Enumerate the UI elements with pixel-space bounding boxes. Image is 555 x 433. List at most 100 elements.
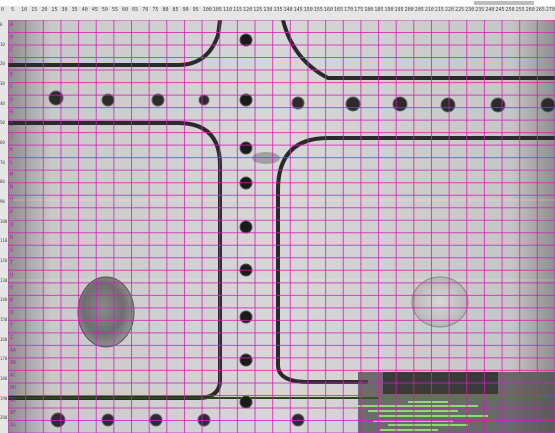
grid-row-label: Y <box>10 322 13 328</box>
top-ruler-label: 215 <box>434 7 444 13</box>
left-ruler-label: 90 <box>0 199 5 204</box>
grid-row-label: AE <box>10 397 16 403</box>
top-ruler-label: 220 <box>445 7 455 13</box>
top-ruler-label: 95 <box>192 7 199 13</box>
grid-row-label: F <box>10 85 13 91</box>
top-ruler-label: 250 <box>505 7 515 13</box>
grid-row-label: R <box>10 235 14 241</box>
top-ruler-label: 265 <box>535 7 545 13</box>
grid-row-label: I <box>10 122 13 128</box>
grid-row-label: W <box>10 297 14 303</box>
left-ruler-label: 190 <box>0 395 8 401</box>
top-ruler-label: 150 <box>303 7 313 13</box>
top-ruler-label: 225 <box>455 7 465 13</box>
top-ruler-label: 35 <box>71 7 78 13</box>
top-ruler-label: 75 <box>152 7 159 13</box>
top-ruler-label: 15 <box>31 7 38 13</box>
grid-row-label: Z <box>10 335 13 341</box>
top-ruler-label: 65 <box>132 7 139 13</box>
left-ruler-label: 40 <box>0 100 5 106</box>
grid-row-label: AF <box>10 410 16 416</box>
top-ruler-label: 125 <box>253 7 263 13</box>
top-ruler-label: 245 <box>495 7 505 13</box>
grid-row-label: Q <box>10 222 13 228</box>
top-ruler-label: 175 <box>354 7 364 13</box>
grid-row-label: V <box>10 285 13 291</box>
grid-row-label: AG <box>10 422 16 428</box>
grid-row-label: D <box>10 60 13 66</box>
top-ruler-label: 60 <box>122 7 129 13</box>
grid-row-label: AB <box>10 360 16 366</box>
top-ruler-label: 180 <box>364 7 374 13</box>
top-ruler-label: 200 <box>404 7 414 13</box>
grid-row-label: C <box>10 47 13 53</box>
top-ruler-label: 235 <box>475 7 485 13</box>
top-ruler-label: 140 <box>283 7 293 13</box>
top-ruler: 0 5 10 15 20 25 30 35 40 45 50 55 60 65 70 75 80 85 90 95 10… <box>0 6 555 21</box>
left-ruler-label: 30 <box>0 81 5 86</box>
grid-row-label: T <box>10 260 13 266</box>
top-ruler-label: 5 <box>11 7 15 13</box>
top-ruler-label: 70 <box>142 7 149 13</box>
left-ruler-label: 50 <box>0 120 5 126</box>
left-ruler-label: 150 <box>0 317 8 322</box>
top-ruler-label: 160 <box>323 7 333 13</box>
top-ruler-label: 270 <box>545 7 555 13</box>
grid-row-label: L <box>10 160 13 166</box>
top-ruler-label: 45 <box>91 7 98 13</box>
inspection-viewer: 0 5 10 15 20 25 30 35 40 45 50 55 60 65 70 75 80 85 90 95 10… <box>0 0 555 433</box>
left-ruler-label: 180 <box>0 376 8 381</box>
grid-row-label: O <box>10 197 13 203</box>
grid-row-label: J <box>10 135 13 141</box>
left-ruler-label: 110 <box>0 238 8 244</box>
top-ruler-label: 25 <box>51 7 58 13</box>
left-ruler-label: 200 <box>0 415 8 421</box>
top-ruler-label: 110 <box>223 7 233 13</box>
top-ruler-label: 30 <box>61 7 68 13</box>
top-ruler-label: 40 <box>81 7 88 13</box>
top-ruler-label: 0 <box>1 7 5 13</box>
grid-row-label: AD <box>10 385 16 391</box>
top-ruler-label: 210 <box>424 7 434 13</box>
top-ruler-label: 50 <box>101 7 108 13</box>
top-ruler-label: 185 <box>374 7 384 13</box>
grid-row-label: AC <box>10 372 16 378</box>
grid-row-label: P <box>10 210 13 216</box>
grid-row-label: S <box>10 247 13 253</box>
top-ruler-label: 230 <box>465 7 475 13</box>
top-ruler-label: 135 <box>273 7 283 13</box>
top-ruler-label: 170 <box>344 7 354 13</box>
left-ruler-label: 60 <box>0 140 5 145</box>
left-ruler-label: 100 <box>0 218 8 224</box>
top-ruler-label: 155 <box>313 7 323 13</box>
top-ruler-label: 115 <box>233 7 243 13</box>
grid-row-label: N <box>10 185 13 191</box>
grid-row-label: B <box>10 35 13 41</box>
grid-row-label: K <box>10 147 13 153</box>
top-ruler-label: 190 <box>384 7 394 13</box>
left-ruler-label: 0 <box>0 22 3 27</box>
top-ruler-label: 260 <box>525 7 535 13</box>
top-ruler-label: 105 <box>212 7 222 13</box>
left-ruler-label: 130 <box>0 277 8 283</box>
left-ruler-label: 10 <box>0 41 5 47</box>
left-ruler-label: 120 <box>0 258 8 263</box>
horizontal-scrollbar-thumb[interactable] <box>474 1 534 5</box>
top-ruler-label: 205 <box>414 7 424 13</box>
top-ruler-label: 85 <box>172 7 179 13</box>
top-ruler-label: 145 <box>293 7 303 13</box>
top-ruler-label: 240 <box>485 7 495 13</box>
left-ruler-label: 80 <box>0 179 5 185</box>
top-ruler-label: 80 <box>162 7 169 13</box>
top-ruler-label: 120 <box>243 7 253 13</box>
image-viewport[interactable]: A B C D E F G H I J K L M N O P Q R S T U V W X Y Z AA AB AC AD AE AF AG <box>8 20 555 433</box>
grid-row-label: M <box>10 172 13 178</box>
top-ruler-label: 255 <box>515 7 525 13</box>
left-ruler-label: 170 <box>0 356 8 362</box>
top-ruler-label: 20 <box>41 7 48 13</box>
grid-row-label: U <box>10 272 13 278</box>
top-ruler-label: 195 <box>394 7 404 13</box>
grid-row-label: E <box>10 72 13 78</box>
grid-row-label: G <box>10 97 13 103</box>
top-ruler-label: 55 <box>112 7 119 13</box>
